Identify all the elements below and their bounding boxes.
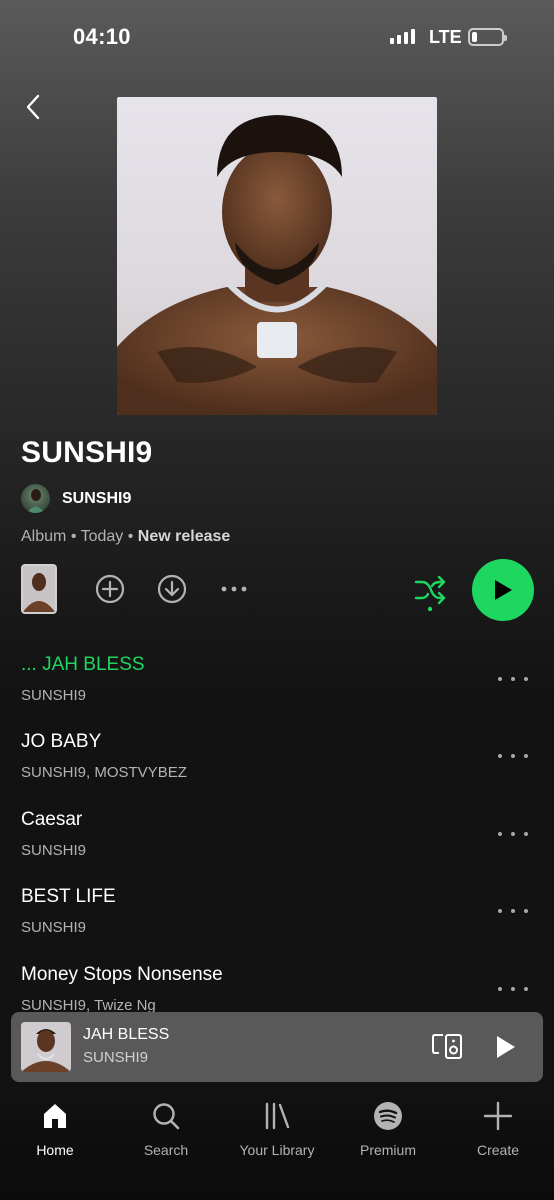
artist-row[interactable]: SUNSHI9 [21, 484, 131, 513]
chevron-left-icon [26, 94, 40, 120]
signal-icon [390, 28, 415, 44]
track-more-button[interactable] [498, 902, 528, 920]
play-icon [495, 580, 512, 600]
mini-play-button[interactable] [491, 1032, 519, 1062]
nav-premium[interactable]: Premium [338, 1100, 438, 1158]
nav-home[interactable]: Home [5, 1100, 105, 1158]
now-playing-title: JAH BLESS [83, 1026, 170, 1043]
separator: • [127, 528, 138, 545]
separator: • [70, 528, 81, 545]
action-row [0, 558, 554, 624]
nav-label: Premium [359, 1142, 416, 1158]
nav-label: Search [143, 1142, 189, 1158]
home-icon [44, 1104, 66, 1128]
now-playing-bar[interactable]: JAH BLESS SUNSHI9 [11, 1012, 543, 1082]
more-button[interactable] [217, 572, 251, 606]
track-more-button[interactable] [498, 825, 528, 843]
status-time: 04:10 [73, 24, 131, 49]
download-button[interactable] [155, 572, 189, 606]
search-icon [153, 1103, 180, 1130]
track-title: BEST LIFE [21, 886, 116, 907]
status-bar: 04:10 LTE [0, 0, 554, 76]
release-badge: New release [137, 528, 231, 545]
now-playing-artist: SUNSHI9 [83, 1049, 149, 1066]
shuffle-button[interactable] [412, 572, 448, 612]
track-row[interactable]: BEST LIFE SUNSHI9 [0, 872, 554, 950]
nav-library[interactable]: Your Library [227, 1100, 327, 1158]
track-title: Caesar [21, 809, 83, 830]
track-title: ... JAH BLESS [21, 654, 145, 675]
track-artist: SUNSHI9 [21, 687, 87, 704]
nav-label: Create [476, 1142, 520, 1158]
nav-label: Home [36, 1142, 74, 1158]
track-artist: SUNSHI9 [21, 842, 87, 859]
track-artist: SUNSHI9, MOSTVYBEZ [21, 764, 187, 781]
add-button[interactable] [93, 572, 127, 606]
track-more-button[interactable] [498, 670, 528, 688]
track-row[interactable]: ... JAH BLESS SUNSHI9 [0, 640, 554, 718]
album-cover [117, 97, 437, 415]
preview-thumbnail[interactable] [21, 564, 57, 614]
artist-avatar [21, 484, 50, 513]
plus-circle-icon [95, 574, 125, 604]
play-button[interactable] [472, 559, 534, 621]
library-icon [265, 1102, 290, 1130]
speaker-device-icon [432, 1034, 462, 1059]
track-more-button[interactable] [498, 747, 528, 765]
track-more-button[interactable] [498, 980, 528, 998]
nav-label: Your Library [239, 1142, 315, 1158]
bottom-nav: Home Search Your Library Premium Create [0, 1090, 554, 1200]
network-label: LTE [429, 27, 462, 47]
track-row[interactable]: Caesar SUNSHI9 [0, 795, 554, 873]
track-row[interactable]: JO BABY SUNSHI9, MOSTVYBEZ [0, 717, 554, 795]
connect-device-button[interactable] [431, 1032, 463, 1060]
shuffle-icon [414, 575, 446, 612]
play-icon [497, 1036, 515, 1058]
track-title: Money Stops Nonsense [21, 964, 223, 985]
download-circle-icon [157, 574, 187, 604]
spotify-icon [374, 1102, 402, 1130]
track-title: JO BABY [21, 731, 102, 752]
album-meta: Album • Today • New release [21, 528, 230, 546]
battery-icon [468, 28, 507, 46]
artist-name: SUNSHI9 [62, 489, 132, 507]
album-title: SUNSHI9 [21, 436, 153, 469]
track-artist: SUNSHI9 [21, 919, 87, 936]
nav-search[interactable]: Search [116, 1100, 216, 1158]
now-playing-cover [21, 1022, 71, 1072]
album-date: Today [80, 528, 124, 545]
album-type: Album [21, 528, 67, 545]
more-horizontal-icon [221, 586, 247, 592]
plus-icon [483, 1101, 513, 1131]
nav-create[interactable]: Create [448, 1100, 548, 1158]
back-button[interactable] [18, 92, 48, 122]
